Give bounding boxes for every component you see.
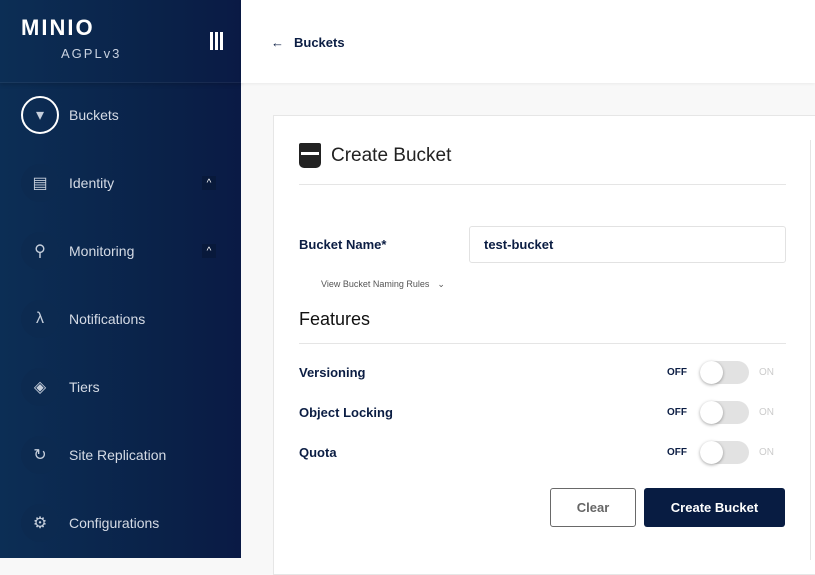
toggle-switch[interactable] — [700, 401, 749, 424]
sidebar-item-tiers[interactable]: ◈ Tiers — [0, 365, 241, 409]
license-label: AGPLv3 — [61, 46, 122, 61]
bucket-name-input[interactable]: test-bucket — [469, 226, 786, 263]
chevron-down-icon: ⌄ — [437, 279, 445, 289]
back-to-buckets-link[interactable]: ← Buckets — [271, 35, 345, 50]
minio-logo: MINIO — [21, 15, 95, 40]
bucket-name-label: Bucket Name* — [299, 237, 387, 252]
toggle-switch[interactable] — [700, 441, 749, 464]
page-title: Create Bucket — [299, 143, 451, 168]
features-heading: Features — [299, 309, 371, 329]
collapse-menu-button[interactable] — [210, 32, 226, 52]
divider — [299, 343, 786, 344]
create-bucket-card: Create Bucket Bucket Name* test-bucket V… — [273, 115, 815, 575]
top-bar: ← Buckets — [241, 0, 815, 83]
toggle-switch[interactable] — [700, 361, 749, 384]
sidebar-item-configurations[interactable]: ⚙ Configurations — [0, 501, 241, 545]
back-arrow-icon: ← — [271, 35, 284, 50]
lambda-icon: λ — [21, 300, 59, 338]
bucket-icon — [299, 143, 321, 168]
side-panel — [810, 140, 815, 560]
quota-toggle[interactable]: OFF ON — [667, 441, 774, 464]
gear-icon: ⚙ — [21, 504, 59, 542]
sidebar: MINIO AGPLv3 ▾ Buckets ▤ Identity ^ ⚲ Monito… — [0, 0, 241, 558]
view-naming-rules-toggle[interactable]: View Bucket Naming Rules ⌄ — [321, 279, 445, 290]
brand: MINIO AGPLv3 — [0, 0, 241, 83]
bucket-icon: ▾ — [21, 96, 59, 134]
sidebar-item-site-replication[interactable]: ↻ Site Replication — [0, 433, 241, 477]
replication-icon: ↻ — [21, 436, 59, 474]
sidebar-item-buckets[interactable]: ▾ Buckets — [0, 93, 241, 137]
versioning-label: Versioning — [299, 365, 366, 380]
layers-icon: ◈ — [21, 368, 59, 406]
divider — [299, 184, 786, 185]
chevron-up-icon[interactable]: ^ — [202, 176, 216, 190]
object-locking-label: Object Locking — [299, 405, 393, 420]
create-bucket-button[interactable]: Create Bucket — [644, 488, 785, 527]
chevron-up-icon[interactable]: ^ — [202, 244, 216, 258]
sidebar-item-monitoring[interactable]: ⚲ Monitoring ^ — [0, 229, 241, 273]
monitoring-icon: ⚲ — [21, 232, 59, 270]
versioning-toggle[interactable]: OFF ON — [667, 361, 774, 384]
object-locking-toggle[interactable]: OFF ON — [667, 401, 774, 424]
id-card-icon: ▤ — [21, 164, 59, 202]
sidebar-item-identity[interactable]: ▤ Identity ^ — [0, 161, 241, 205]
quota-label: Quota — [299, 445, 337, 460]
sidebar-item-notifications[interactable]: λ Notifications — [0, 297, 241, 341]
clear-button[interactable]: Clear — [550, 488, 636, 527]
